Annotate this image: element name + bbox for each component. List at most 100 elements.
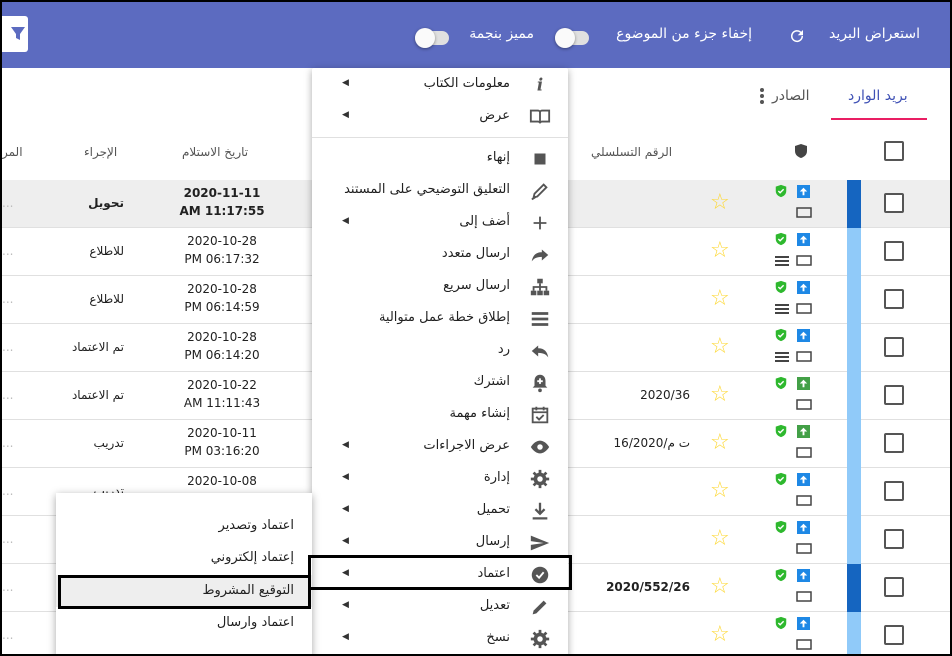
- star-icon[interactable]: ☆: [710, 240, 730, 262]
- tab-indicator: [831, 118, 927, 120]
- date-cell: 2020-10-08: [172, 472, 272, 490]
- col-serial[interactable]: الرقم التسلسلي: [591, 145, 672, 159]
- shield-check-icon: [775, 472, 787, 486]
- hide-subject-toggle[interactable]: [555, 28, 589, 48]
- submenu-item[interactable]: اعتماد وارسال: [56, 607, 312, 639]
- row-checkbox[interactable]: [884, 481, 904, 501]
- menu-item[interactable]: ◀ تعديل: [312, 591, 568, 623]
- menu-item[interactable]: ◀ تحميل: [312, 495, 568, 527]
- priority-bar: [847, 564, 861, 612]
- shield-check-icon: [775, 280, 787, 294]
- pencil-icon: [532, 600, 547, 615]
- menu-item[interactable]: ◀ أضف إلى: [312, 207, 568, 239]
- col-sender[interactable]: المر: [2, 145, 23, 159]
- filter-button[interactable]: [2, 16, 28, 52]
- annotate-icon: [531, 183, 548, 201]
- priority-bar: [847, 612, 861, 654]
- row-checkbox[interactable]: [884, 241, 904, 261]
- menu-item[interactable]: ◀ إدارة: [312, 463, 568, 495]
- col-received-date[interactable]: تاريخ الاستلام: [182, 145, 248, 159]
- priority-bar: [847, 468, 861, 516]
- star-icon[interactable]: ☆: [710, 336, 730, 358]
- gear-icon: [530, 469, 550, 489]
- menu-item-label: ارسال متعدد: [441, 246, 510, 261]
- star-icon[interactable]: ☆: [710, 384, 730, 406]
- star-icon[interactable]: ☆: [710, 288, 730, 310]
- star-icon[interactable]: ☆: [710, 192, 730, 214]
- row-checkbox[interactable]: [884, 577, 904, 597]
- shield-icon: [795, 144, 807, 158]
- menu-item[interactable]: إنهاء: [312, 143, 568, 175]
- chevron-left-icon: ◀: [342, 78, 349, 88]
- document-icon: [796, 351, 812, 362]
- star-icon[interactable]: ☆: [710, 624, 730, 646]
- menu-item[interactable]: ◀ عرض: [312, 101, 568, 133]
- menu-item[interactable]: ◀ نسخ: [312, 623, 568, 654]
- menu-item[interactable]: رد: [312, 335, 568, 367]
- row-checkbox[interactable]: [884, 289, 904, 309]
- row-checkbox[interactable]: [884, 625, 904, 645]
- document-icon: [796, 207, 812, 218]
- submenu-item[interactable]: اعتماد وتصدير: [56, 510, 312, 542]
- row-checkbox[interactable]: [884, 433, 904, 453]
- status-arrow-icon: [797, 521, 810, 534]
- time-line: PM 06:14:20: [184, 348, 260, 362]
- plus-icon: [533, 216, 547, 230]
- shield-check-icon: [775, 376, 787, 390]
- bell-plus-icon: [532, 374, 548, 393]
- serial-cell: 2020/552/26: [606, 580, 690, 594]
- menu-item[interactable]: ارسال سريع: [312, 271, 568, 303]
- row-checkbox[interactable]: [884, 385, 904, 405]
- menu-item-label: التعليق التوضيحي على المستند: [344, 182, 510, 197]
- select-all-checkbox[interactable]: [884, 141, 904, 161]
- menu-item[interactable]: اشترك: [312, 367, 568, 399]
- top-bar: استعراض البريد إخفاء جزء من الموضوع مميز…: [2, 2, 950, 68]
- document-icon: [796, 591, 812, 602]
- menu-item-label: إنهاء: [486, 150, 510, 165]
- row-checkbox[interactable]: [884, 337, 904, 357]
- chevron-left-icon: ◀: [342, 472, 349, 482]
- status-arrow-icon: [797, 425, 810, 438]
- status-arrow-icon: [797, 329, 810, 342]
- time-line: PM 06:17:32: [184, 252, 260, 266]
- menu-item[interactable]: إنشاء مهمة: [312, 399, 568, 431]
- more-vert-icon[interactable]: [759, 87, 765, 105]
- tab-inbox[interactable]: بريد الوارد: [848, 88, 908, 104]
- menu-item[interactable]: ◀ i معلومات الكتاب: [312, 69, 568, 101]
- menu-item[interactable]: التعليق التوضيحي على المستند: [312, 175, 568, 207]
- chevron-left-icon: ◀: [342, 440, 349, 450]
- date-line: 2020-10-28: [187, 234, 257, 248]
- tab-outbox[interactable]: الصادر: [772, 88, 810, 104]
- date-line: 2020-10-11: [187, 426, 257, 440]
- date-line: 2020-10-28: [187, 282, 257, 296]
- gear-icon: [530, 629, 550, 649]
- row-checkbox[interactable]: [884, 193, 904, 213]
- time-line: AM 11:11:43: [183, 396, 261, 410]
- refresh-icon[interactable]: [788, 27, 806, 45]
- star-icon[interactable]: ☆: [710, 480, 730, 502]
- col-action[interactable]: الإجراء: [84, 145, 117, 159]
- submenu-item-label: اعتماد وارسال: [216, 615, 294, 630]
- status-arrow-icon: [797, 617, 810, 630]
- sender-cell: ...: [2, 292, 14, 306]
- menu-divider: [312, 137, 568, 138]
- star-icon[interactable]: ☆: [710, 528, 730, 550]
- row-checkbox[interactable]: [884, 529, 904, 549]
- menu-item-label: معلومات الكتاب: [423, 76, 510, 91]
- document-icon: [796, 543, 812, 554]
- star-icon[interactable]: ☆: [710, 576, 730, 598]
- status-arrow-icon: [797, 233, 810, 246]
- page-title: استعراض البريد: [829, 26, 920, 42]
- menu-item[interactable]: ارسال متعدد: [312, 239, 568, 271]
- submenu-item[interactable]: إعتماد إلكتروني: [56, 542, 312, 574]
- chevron-left-icon: ◀: [342, 632, 349, 642]
- menu-item[interactable]: إطلاق خطة عمل متوالية: [312, 303, 568, 335]
- menu-item[interactable]: ◀ عرض الاجراءات: [312, 431, 568, 463]
- date-cell: 2020-10-28 PM 06:17:32: [172, 232, 272, 268]
- highlight-approve: [308, 555, 572, 590]
- date-line: 2020-10-28: [187, 330, 257, 344]
- starred-toggle[interactable]: [415, 28, 449, 48]
- menu-item-label: أضف إلى: [459, 214, 510, 229]
- star-icon[interactable]: ☆: [710, 432, 730, 454]
- action-cell: للاطلاع: [89, 244, 124, 258]
